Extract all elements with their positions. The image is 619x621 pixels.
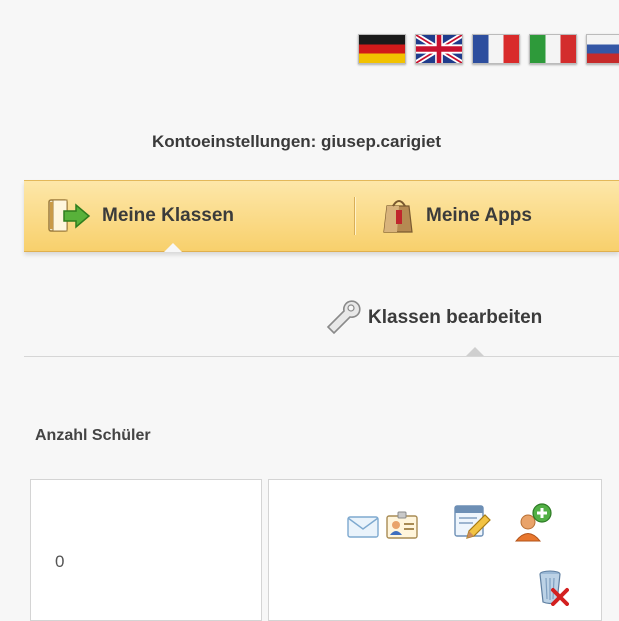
- nav-item-my-apps[interactable]: Meine Apps: [382, 181, 532, 251]
- subnav-label: Klassen bearbeiten: [368, 307, 543, 328]
- nav-label-my-apps: Meine Apps: [426, 205, 532, 226]
- subnav-edit-classes[interactable]: Klassen bearbeiten: [322, 300, 542, 336]
- flag-uk-icon[interactable]: [415, 34, 463, 64]
- account-settings-link[interactable]: Kontoeinstellungen: giusep.carigiet: [152, 132, 441, 152]
- nav-item-my-classes[interactable]: Meine Klassen: [46, 181, 234, 251]
- flag-italy-icon[interactable]: [529, 34, 577, 64]
- wrench-icon: [326, 300, 361, 335]
- main-navbar: Meine Klassen Meine Apps: [24, 180, 619, 252]
- nav-label-my-classes: Meine Klassen: [102, 205, 234, 226]
- flag-russia-icon[interactable]: [586, 34, 619, 64]
- flag-germany-icon[interactable]: [358, 34, 406, 64]
- table-cell-student-count: 0: [30, 479, 262, 621]
- subnav-pointer: [466, 347, 484, 356]
- delete-icon[interactable]: [537, 566, 569, 606]
- envelope-icon[interactable]: [347, 516, 379, 538]
- subnav-divider: [24, 356, 619, 357]
- shopping-bag-icon: [383, 200, 413, 233]
- language-switcher: [358, 34, 619, 64]
- column-header-student-count: Anzahl Schüler: [35, 427, 151, 444]
- student-count-value: 0: [55, 552, 65, 571]
- flag-france-icon[interactable]: [472, 34, 520, 64]
- book-arrow-icon: [48, 199, 91, 232]
- add-user-icon[interactable]: [513, 502, 553, 542]
- table-cell-actions: [268, 479, 602, 621]
- edit-form-icon[interactable]: [453, 504, 491, 542]
- active-tab-pointer: [164, 243, 182, 252]
- id-card-icon[interactable]: [385, 510, 419, 540]
- nav-divider: [354, 197, 355, 235]
